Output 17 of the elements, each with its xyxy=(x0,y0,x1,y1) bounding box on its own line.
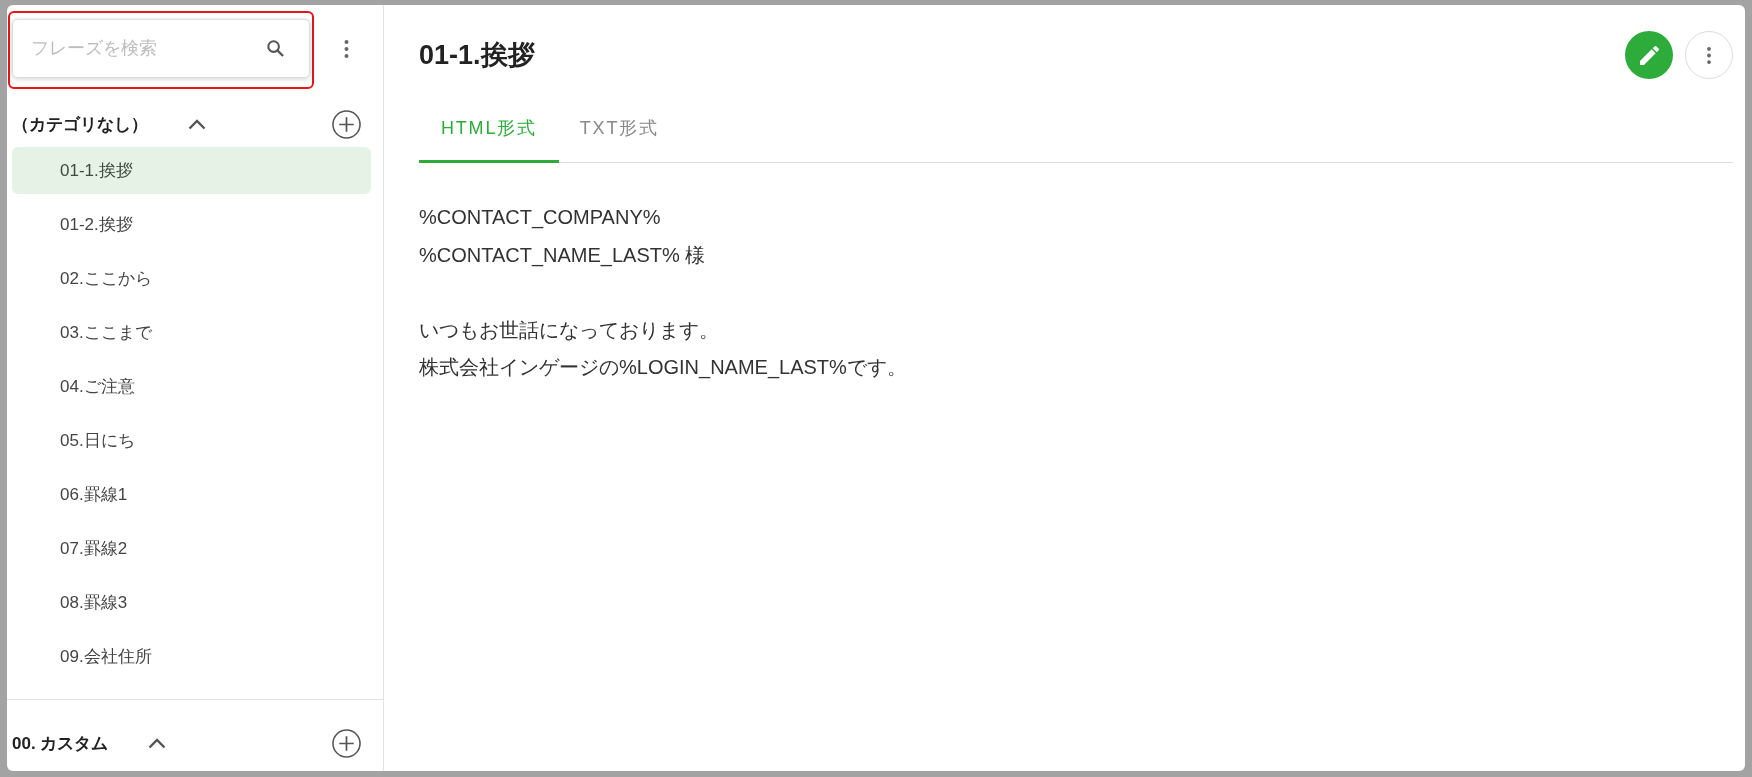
tab[interactable]: TXT形式 xyxy=(558,108,680,163)
search-field[interactable]: フレーズを検索 xyxy=(12,19,310,78)
add-icon[interactable] xyxy=(332,110,361,139)
chevron-up-icon[interactable] xyxy=(188,119,206,130)
phrase-item[interactable]: 01-1.挨拶 xyxy=(12,147,371,194)
pencil-icon xyxy=(1639,45,1659,65)
body-text: いつもお世話になっております。 株式会社インゲージの%LOGIN_NAME_LAST%です。 xyxy=(419,317,908,381)
category-title: 00. カスタム xyxy=(12,732,109,755)
category-title: （カテゴリなし） xyxy=(12,113,148,136)
more-icon[interactable] xyxy=(344,40,349,58)
chevron-up-icon[interactable] xyxy=(148,738,167,749)
search-icon[interactable] xyxy=(267,40,284,57)
edit-button[interactable] xyxy=(1625,31,1673,79)
phrase-title: 01-1.挨拶 xyxy=(419,38,535,72)
add-icon[interactable] xyxy=(332,729,361,758)
more-icon xyxy=(1707,46,1711,64)
body-text: %CONTACT_COMPANY% %CONTACT_NAME_LAST% 様 xyxy=(419,205,707,269)
